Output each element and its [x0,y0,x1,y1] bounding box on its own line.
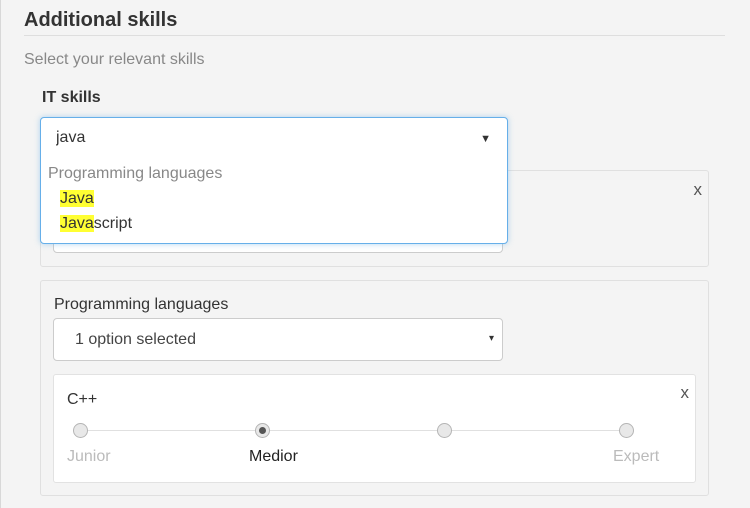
match-highlight: Java [60,190,94,207]
option-rest: script [93,215,133,232]
level-label-junior: Junior [67,448,111,465]
it-skills-dropdown[interactable]: ▼ Programming languages Java Javascript [40,117,508,244]
level-dot-medior[interactable] [255,423,270,438]
option-java[interactable]: Java [60,190,94,208]
chevron-down-icon: ▾ [488,333,494,344]
it-skills-search-input[interactable] [56,129,456,147]
level-label-medior: Medior [249,448,298,465]
option-group-label: Programming languages [48,165,223,182]
caret-down-icon[interactable]: ▼ [480,133,491,145]
level-slider-track [81,430,627,431]
programming-languages-label: Programming languages [54,296,229,313]
programming-languages-select[interactable]: 1 option selected ▾ [53,318,503,361]
title-divider [24,35,725,36]
level-dot-senior[interactable] [437,423,452,438]
option-javascript[interactable]: Javascript [60,215,132,233]
section-subtitle: Select your relevant skills [24,51,205,68]
close-icon[interactable]: x [681,384,690,401]
close-icon[interactable]: x [694,181,703,198]
level-dot-expert[interactable] [619,423,634,438]
skill-name: C++ [67,391,98,408]
match-highlight: Java [60,215,94,232]
programming-languages-panel: Programming languages 1 option selected … [40,280,709,496]
skill-card: C++ x Junior Medior Expert [53,374,696,483]
level-label-expert: Expert [613,448,660,465]
select-value: 1 option selected [75,331,196,348]
page-left-border [0,0,1,508]
section-title: Additional skills [24,9,178,31]
it-skills-label: IT skills [42,89,101,106]
level-dot-junior[interactable] [73,423,88,438]
